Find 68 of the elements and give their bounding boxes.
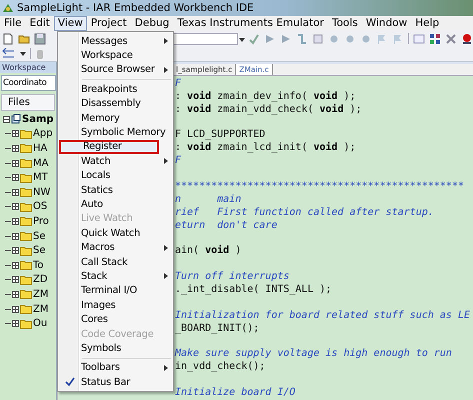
code-line: in_vdd_check();	[175, 361, 266, 372]
code-line: _BOARD_INIT();	[175, 322, 260, 334]
folder-name[interactable]: OS	[33, 201, 48, 212]
folder-name[interactable]: App	[33, 128, 53, 140]
code-line: : void zmain_vdd_check( void );	[175, 104, 362, 115]
code-line: : void zmain_dev_info( void );	[175, 90, 356, 102]
code-line: ain( void )	[175, 245, 242, 256]
folder-name[interactable]: ZM	[33, 304, 48, 315]
folder-name[interactable]: Se	[33, 230, 46, 242]
menu-item[interactable]: Symbolic Memory	[58, 125, 173, 140]
menu-item[interactable]: Symbols	[58, 341, 173, 356]
folder-name[interactable]: MT	[33, 172, 48, 184]
folder-name[interactable]: Pro	[33, 216, 49, 227]
code-line: F LCD_SUPPORTED	[175, 129, 266, 140]
code-line: : void zmain_lcd_init( void );	[175, 142, 356, 154]
folder-name[interactable]: HA	[33, 142, 48, 154]
window-title: SampleLight - IAR Embedded Workbench IDE	[17, 2, 254, 14]
folder-name[interactable]: ZD	[33, 274, 48, 286]
code-line: eturn don't care	[175, 220, 278, 231]
menu-item[interactable]: Watch	[58, 154, 173, 169]
folder-name[interactable]: ZM	[33, 288, 48, 300]
menu-item[interactable]: Texas Instruments Emulator	[173, 16, 328, 31]
code-line: ************************************************	[175, 180, 464, 192]
folder-name[interactable]: MA	[33, 158, 48, 169]
menu-item[interactable]: Terminal I/O	[58, 284, 173, 298]
menu-item[interactable]: Source Browser	[58, 62, 173, 78]
folder-name[interactable]: NW	[33, 186, 50, 198]
code-line: F	[175, 155, 182, 166]
panel-title: Workspace	[0, 62, 56, 73]
code-line: n main	[175, 194, 242, 205]
menu-item[interactable]: Tools	[328, 16, 362, 31]
menu-item[interactable]: Macros	[58, 240, 173, 255]
folder-name[interactable]: To	[33, 260, 44, 271]
menu-item[interactable]: File	[0, 16, 26, 31]
menu-item[interactable]: Help	[411, 16, 444, 31]
menu-item[interactable]: Edit	[26, 16, 54, 31]
folder-name[interactable]: Se	[33, 245, 46, 256]
menu-item[interactable]: Status Bar	[58, 374, 173, 390]
configuration-dropdown[interactable]: Coordinato	[1, 75, 56, 91]
code-line: F	[175, 78, 182, 89]
menu-item[interactable]: Cores	[58, 312, 173, 327]
code-line: Initialization for board related stuff such as LE	[175, 310, 470, 321]
menu-item[interactable]: Debug	[130, 16, 174, 31]
menu-item[interactable]: Disassembly	[58, 96, 173, 111]
menu-item[interactable]: Locals	[58, 168, 173, 183]
menu-item[interactable]: Stack	[58, 269, 173, 284]
menu-item[interactable]: Quick Watch	[58, 226, 173, 240]
code-line: ._int_disable( INTS_ALL );	[175, 284, 332, 295]
code-line: Make sure supply voltage is high enough to run	[175, 348, 452, 360]
menu-item[interactable]: Project	[86, 16, 131, 31]
project-name[interactable]: Samp	[22, 114, 54, 125]
menu-item[interactable]: Statics	[58, 182, 173, 198]
column-header: Files	[1, 94, 55, 111]
menu-item[interactable]: Breakpoints	[58, 82, 173, 97]
menu-item[interactable]: Auto	[58, 197, 173, 212]
menu-item[interactable]: View	[54, 16, 87, 31]
code-line: Turn off interrupts	[175, 271, 290, 282]
menu-item[interactable]: Images	[58, 298, 173, 312]
menu-item[interactable]: Workspace	[58, 48, 173, 63]
menu-item[interactable]: Call Stack	[58, 254, 173, 270]
menu-item[interactable]: Memory	[58, 110, 173, 126]
menu-item[interactable]: Messages	[58, 34, 173, 48]
folder-name[interactable]: Ou	[33, 318, 48, 330]
menu-item[interactable]: Toolbars	[58, 360, 173, 375]
menu-item[interactable]: Window	[362, 16, 412, 31]
code-line: Initialize board I/O	[175, 387, 296, 398]
menu-item[interactable]: Register	[59, 140, 159, 154]
code-line: rief First function called after startup.	[175, 206, 434, 218]
